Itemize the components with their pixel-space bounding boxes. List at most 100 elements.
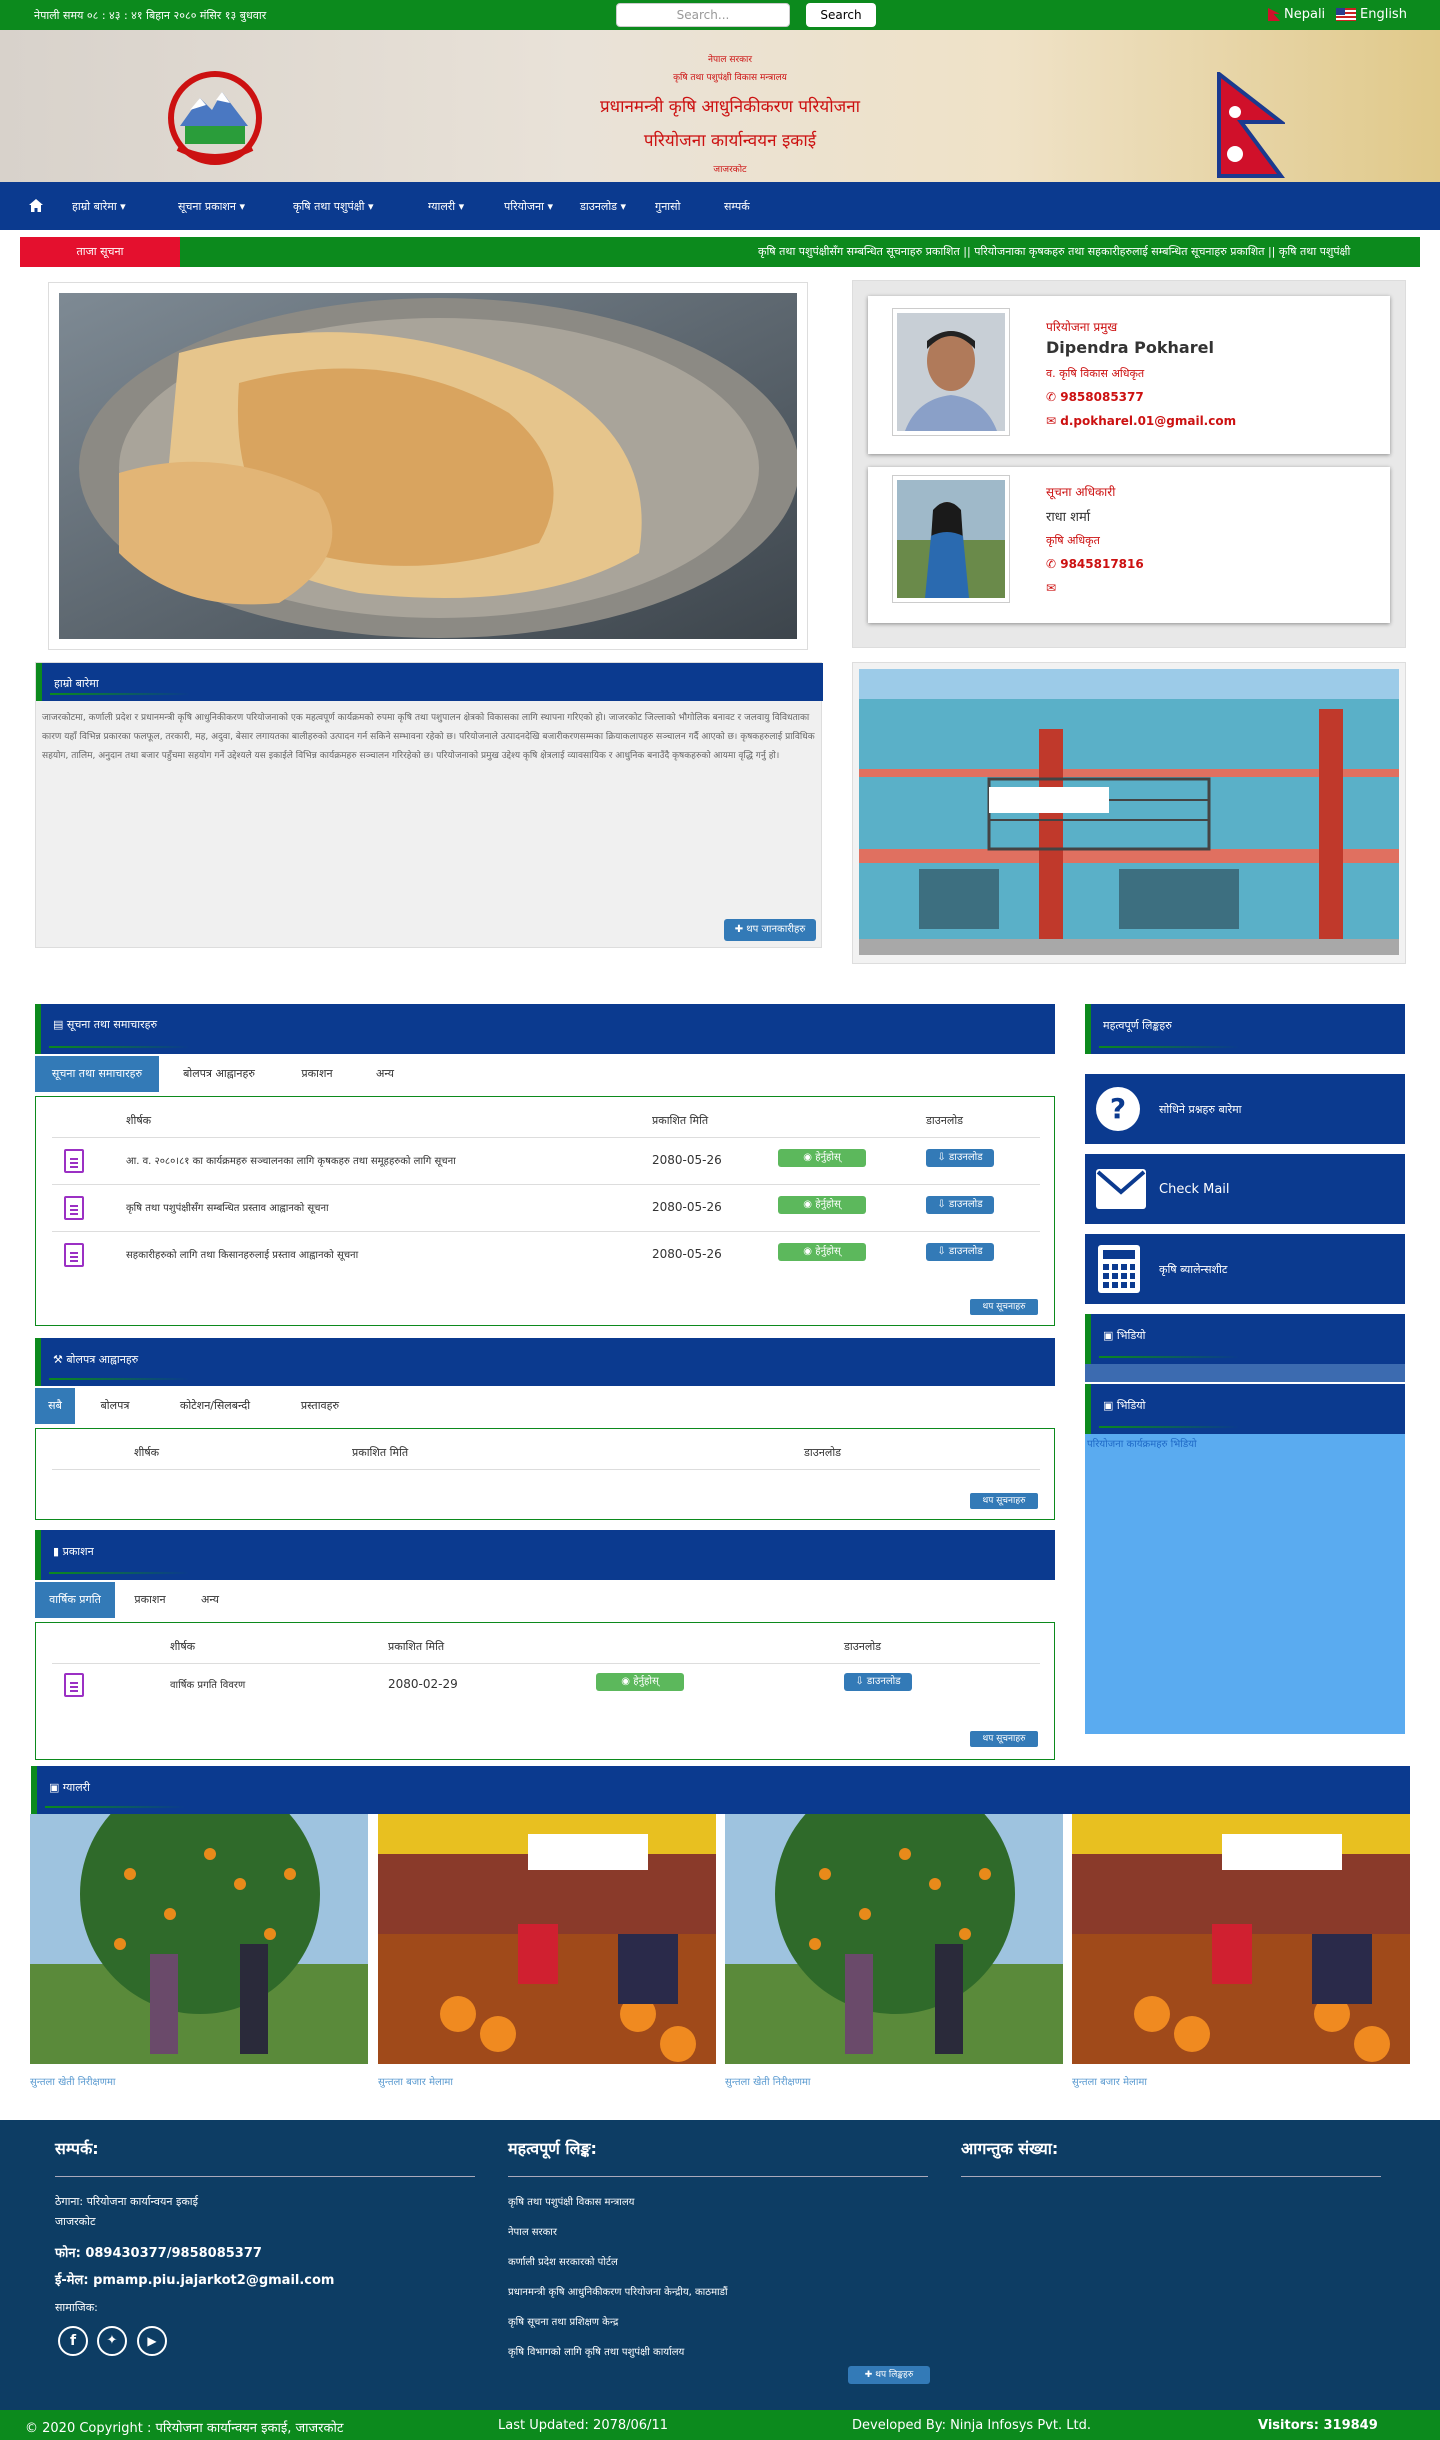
tenders-more-button[interactable]: थप सूचनाहरु: [970, 1493, 1038, 1509]
developer-credit[interactable]: Developed By: Ninja Infosys Pvt. Ltd.: [852, 2418, 1091, 2433]
video-widget-header: ▣ भिडियो: [1085, 1314, 1405, 1364]
tab-all[interactable]: सबै: [35, 1388, 75, 1424]
news-row-title[interactable]: आ. व. २०८०।८१ का कार्यक्रमहरु सञ्चालनका …: [126, 1153, 456, 1167]
gallery-caption[interactable]: सुन्तला बजार मेलामा: [378, 2074, 453, 2088]
download-button[interactable]: ⇩ डाउनलोड: [926, 1149, 994, 1167]
tab-proposals[interactable]: प्रस्तावहरु: [275, 1388, 365, 1424]
gallery-caption[interactable]: सुन्तला खेती निरीक्षणमा: [725, 2074, 811, 2088]
staff-title: कृषि अधिकृत: [1046, 534, 1100, 547]
nav-item-about[interactable]: हाम्रो बारेमा ▾: [72, 199, 126, 214]
hero-slider[interactable]: [48, 282, 808, 650]
view-button[interactable]: ◉ हेर्नुहोस्: [596, 1673, 684, 1691]
twitter-icon[interactable]: ✦: [97, 2326, 127, 2356]
search-button[interactable]: Search: [806, 3, 876, 27]
staff-email[interactable]: ✉: [1046, 581, 1056, 595]
header-ministry-line: कृषि तथा पशुपंक्षी विकास मन्त्रालय: [673, 73, 787, 83]
nav-item-grievance[interactable]: गुनासो: [655, 199, 680, 214]
footer-email[interactable]: ई-मेल: pmamp.piu.jajarkot2@gmail.com: [55, 2270, 334, 2288]
staff-photo: [897, 313, 1005, 431]
tab-publications[interactable]: प्रकाशन: [115, 1582, 185, 1618]
gallery-image[interactable]: [378, 1814, 716, 2064]
footer-address: ठेगाना: परियोजना कार्यान्वयन इकाई: [55, 2195, 199, 2208]
tab-quotations[interactable]: कोटेशन/सिलबन्दी: [155, 1388, 275, 1424]
footer-link[interactable]: कृषि विभागको लागि कृषि तथा पशुपंक्षी कार…: [508, 2344, 684, 2358]
gallery-image[interactable]: [1072, 1814, 1410, 2064]
staff-phone[interactable]: ✆ 9858085377: [1046, 390, 1144, 404]
quick-link-label: सोधिने प्रश्नहरु बारेमा: [1159, 1103, 1242, 1116]
footer-link[interactable]: प्रधानमन्त्री कृषि आधुनिकीकरण परियोजना क…: [508, 2284, 728, 2298]
nepali-date-time: नेपाली समय ०८ : ४३ : ४१ बिहान २०८० मंसिर…: [34, 9, 267, 22]
footer-links-more-button[interactable]: ✚ थप लिङ्कहरु: [848, 2366, 930, 2384]
tab-news[interactable]: सूचना तथा समाचारहरु: [35, 1056, 159, 1092]
quick-link-balancesheet[interactable]: कृषि ब्यालेन्सशीट: [1085, 1234, 1405, 1304]
tab-tenders[interactable]: बोलपत्र आह्वानहरु: [159, 1056, 279, 1092]
lang-nepali-link[interactable]: Nepali: [1268, 7, 1325, 22]
staff-email[interactable]: ✉ d.pokharel.01@gmail.com: [1046, 414, 1236, 428]
gallery-caption[interactable]: सुन्तला खेती निरीक्षणमा: [30, 2074, 116, 2088]
view-button[interactable]: ◉ हेर्नुहोस्: [778, 1243, 866, 1261]
download-button[interactable]: ⇩ डाउनलोड: [926, 1243, 994, 1261]
staff-phone[interactable]: ✆ 9845817816: [1046, 557, 1144, 571]
image-icon: ▣: [49, 1781, 63, 1794]
header-title-secondary: परियोजना कार्यान्वयन इकाई: [643, 131, 817, 151]
nav-item-gallery[interactable]: ग्यालरी ▾: [428, 199, 464, 214]
video-widget-heading: ▣ भिडियो: [1103, 1329, 1146, 1342]
nepal-flag-icon: [1268, 8, 1280, 21]
tab-publications[interactable]: प्रकाशन: [279, 1056, 355, 1092]
document-icon: [64, 1243, 84, 1267]
publication-row-title[interactable]: वार्षिक प्रगति विवरण: [170, 1677, 245, 1691]
nav-item-projects[interactable]: परियोजना ▾: [504, 199, 553, 214]
footer-link[interactable]: कृषि सूचना तथा प्रशिक्षण केन्द्र: [508, 2314, 618, 2328]
plus-icon: ✚: [864, 2370, 876, 2380]
tenders-header: ⚒ बोलपत्र आह्वानहरु: [35, 1338, 1055, 1386]
news-row-date: 2080-05-26: [652, 1200, 722, 1214]
col-title: शीर्षक: [134, 1446, 160, 1459]
news-row-title[interactable]: कृषि तथा पशुपंक्षीसँग सम्बन्धित प्रस्ताव…: [126, 1200, 329, 1214]
download-button[interactable]: ⇩ डाउनलोड: [844, 1673, 912, 1691]
download-button[interactable]: ⇩ डाउनलोड: [926, 1196, 994, 1214]
nav-item-notice[interactable]: सूचना प्रकाशन ▾: [178, 199, 245, 214]
gallery-caption[interactable]: सुन्तला बजार मेलामा: [1072, 2074, 1147, 2088]
staff-name: राधा शर्मा: [1046, 510, 1091, 525]
main-nav: हाम्रो बारेमा ▾ सूचना प्रकाशन ▾ कृषि तथा…: [0, 182, 1440, 230]
news-more-button[interactable]: थप सूचनाहरु: [970, 1299, 1038, 1315]
staff-photo-frame: [892, 308, 1010, 436]
search-input[interactable]: Search...: [616, 3, 790, 27]
ticker-text[interactable]: कृषि तथा पशुपंक्षीसँग सम्बन्धित सूचनाहरु…: [758, 237, 1420, 267]
question-icon: ?: [1096, 1087, 1140, 1131]
home-icon[interactable]: [29, 199, 43, 212]
facebook-icon[interactable]: f: [58, 2326, 88, 2356]
nav-item-contact[interactable]: सम्पर्क: [724, 199, 750, 214]
lang-english-link[interactable]: English: [1336, 7, 1407, 22]
col-title: शीर्षक: [170, 1640, 196, 1653]
video-link[interactable]: परियोजना कार्यक्रमहरु भिडियो: [1087, 1436, 1197, 1450]
quick-link-faq[interactable]: ? सोधिने प्रश्नहरु बारेमा: [1085, 1074, 1405, 1144]
staff-role: सूचना अधिकारी: [1046, 485, 1116, 499]
gallery-image[interactable]: [30, 1814, 368, 2064]
youtube-icon[interactable]: ▶: [137, 2326, 167, 2356]
view-button[interactable]: ◉ हेर्नुहोस्: [778, 1196, 866, 1214]
nav-item-downloads[interactable]: डाउनलोड ▾: [580, 199, 626, 214]
tab-annual-progress[interactable]: वार्षिक प्रगति: [35, 1582, 115, 1618]
government-emblem-icon[interactable]: [160, 68, 270, 168]
view-button[interactable]: ◉ हेर्नुहोस्: [778, 1149, 866, 1167]
phone-icon: ✆: [1046, 557, 1061, 571]
about-more-button[interactable]: ✚ थप जानकारीहरु: [724, 919, 816, 941]
footer-link[interactable]: कृषि तथा पशुपंक्षी विकास मन्त्रालय: [508, 2194, 634, 2208]
us-flag-icon: [1336, 8, 1356, 21]
tab-other[interactable]: अन्य: [185, 1582, 235, 1618]
col-date: प्रकाशित मिति: [352, 1446, 409, 1459]
nav-item-agriculture[interactable]: कृषि तथा पशुपंक्षी ▾: [293, 199, 374, 214]
quick-link-check-mail[interactable]: Check Mail: [1085, 1154, 1405, 1224]
publications-more-button[interactable]: थप सूचनाहरु: [970, 1731, 1038, 1747]
tab-bids[interactable]: बोलपत्र: [75, 1388, 155, 1424]
tab-other[interactable]: अन्य: [355, 1056, 415, 1092]
footer-link[interactable]: कर्णाली प्रदेश सरकारको पोर्टल: [508, 2254, 618, 2268]
news-row-title[interactable]: सहकारीहरुको लागि तथा किसानहरुलाई प्रस्ता…: [126, 1247, 358, 1261]
phone-icon: ✆: [1046, 390, 1061, 404]
header-location: जाजरकोट: [713, 165, 747, 175]
news-row-date: 2080-05-26: [652, 1153, 722, 1167]
footer-link[interactable]: नेपाल सरकार: [508, 2224, 557, 2238]
gallery-image[interactable]: [725, 1814, 1063, 2064]
newspaper-icon: ▤: [53, 1018, 67, 1031]
